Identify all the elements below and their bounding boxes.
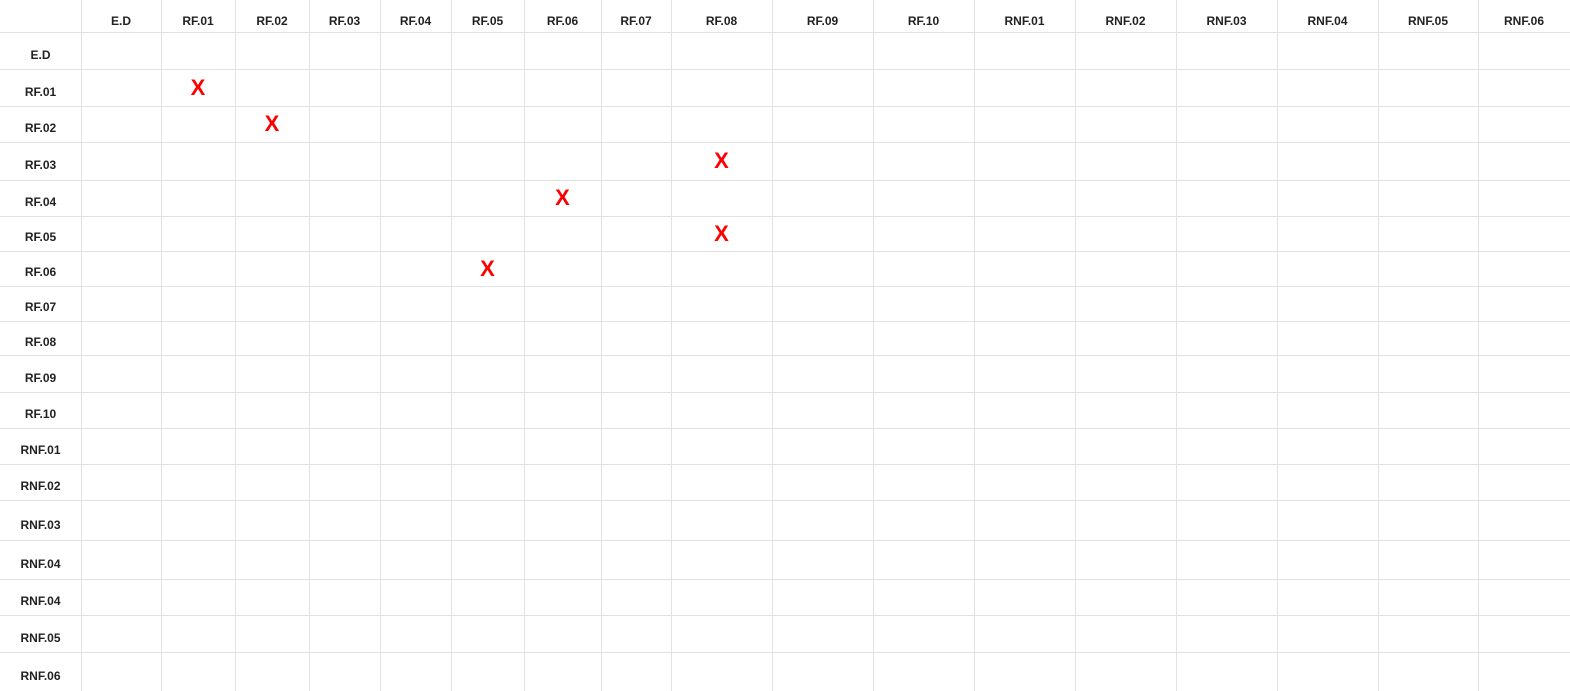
row-header[interactable]: RNF.01 (0, 428, 81, 464)
row-header[interactable]: RF.07 (0, 286, 81, 321)
grid-horizontal-line (0, 69, 1570, 70)
column-header[interactable]: RF.03 (309, 0, 380, 32)
grid-horizontal-line (0, 392, 1570, 393)
column-header[interactable]: RNF.04 (1277, 0, 1378, 32)
trace-mark-x[interactable]: X (671, 222, 772, 245)
row-header[interactable]: RF.03 (0, 142, 81, 180)
row-header[interactable]: RF.02 (0, 106, 81, 142)
column-header[interactable]: RNF.05 (1378, 0, 1478, 32)
grid-horizontal-line (0, 32, 1570, 33)
trace-mark-x[interactable]: X (451, 257, 524, 280)
trace-mark-x[interactable]: X (235, 113, 309, 135)
grid-horizontal-line (0, 251, 1570, 252)
row-header[interactable]: RF.10 (0, 392, 81, 428)
trace-mark-x[interactable]: X (161, 76, 235, 99)
row-header[interactable]: RF.04 (0, 180, 81, 216)
grid-vertical-line (601, 0, 602, 691)
grid-horizontal-line (0, 180, 1570, 181)
grid-horizontal-line (0, 321, 1570, 322)
column-header[interactable]: RNF.01 (974, 0, 1075, 32)
grid-horizontal-line (0, 106, 1570, 107)
grid-vertical-line (81, 0, 82, 691)
grid-horizontal-line (0, 464, 1570, 465)
traceability-matrix-sheet: E.D RF.01 RF.02 RF.03 RF.04 RF.05 RF.06 RF.07 RF… (0, 0, 1570, 691)
grid-vertical-line (524, 0, 525, 691)
grid-vertical-line (1176, 0, 1177, 691)
column-header[interactable]: E.D (81, 0, 161, 32)
grid-vertical-line (1378, 0, 1379, 691)
grid-horizontal-line (0, 652, 1570, 653)
row-header[interactable]: RNF.04 (0, 540, 81, 579)
row-header[interactable]: RF.09 (0, 355, 81, 392)
row-header[interactable]: RNF.04 (0, 579, 81, 615)
grid-vertical-line (1277, 0, 1278, 691)
grid-horizontal-line (0, 355, 1570, 356)
row-header[interactable]: E.D (0, 32, 81, 69)
column-header[interactable]: RF.10 (873, 0, 974, 32)
grid-horizontal-line (0, 216, 1570, 217)
column-header[interactable]: RF.04 (380, 0, 451, 32)
column-header[interactable]: RF.02 (235, 0, 309, 32)
column-header[interactable]: RF.09 (772, 0, 873, 32)
column-header[interactable]: RF.05 (451, 0, 524, 32)
grid-horizontal-line (0, 500, 1570, 501)
grid-vertical-line (1478, 0, 1479, 691)
grid-vertical-line (671, 0, 672, 691)
row-header[interactable]: RF.08 (0, 321, 81, 355)
grid-horizontal-line (0, 615, 1570, 616)
row-header[interactable]: RNF.02 (0, 464, 81, 500)
column-header[interactable]: RF.06 (524, 0, 601, 32)
column-header[interactable]: RF.01 (161, 0, 235, 32)
grid-horizontal-line (0, 579, 1570, 580)
grid-vertical-line (873, 0, 874, 691)
grid-vertical-line (451, 0, 452, 691)
row-header[interactable]: RF.05 (0, 216, 81, 251)
grid-vertical-line (380, 0, 381, 691)
column-header[interactable]: RNF.02 (1075, 0, 1176, 32)
trace-mark-x[interactable]: X (671, 150, 772, 172)
grid-vertical-line (309, 0, 310, 691)
column-header[interactable]: RNF.06 (1478, 0, 1570, 32)
grid-horizontal-line (0, 540, 1570, 541)
trace-mark-x[interactable]: X (524, 187, 601, 209)
grid-vertical-line (1075, 0, 1076, 691)
row-header[interactable]: RNF.03 (0, 500, 81, 540)
grid-horizontal-line (0, 286, 1570, 287)
column-header[interactable]: RNF.03 (1176, 0, 1277, 32)
column-header[interactable]: RF.07 (601, 0, 671, 32)
grid-horizontal-line (0, 428, 1570, 429)
row-header[interactable]: RF.01 (0, 69, 81, 106)
grid-horizontal-line (0, 142, 1570, 143)
row-header[interactable]: RNF.06 (0, 652, 81, 691)
grid-vertical-line (772, 0, 773, 691)
row-header[interactable]: RNF.05 (0, 615, 81, 652)
grid-vertical-line (161, 0, 162, 691)
grid-vertical-line (235, 0, 236, 691)
row-header[interactable]: RF.06 (0, 251, 81, 286)
grid-vertical-line (974, 0, 975, 691)
column-header[interactable]: RF.08 (671, 0, 772, 32)
